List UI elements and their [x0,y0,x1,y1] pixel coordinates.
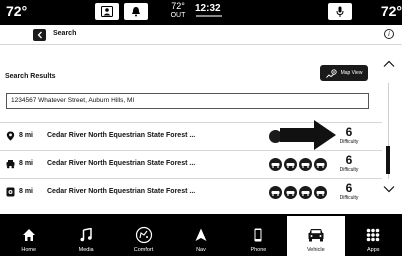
music-note-icon [80,228,92,242]
difficulty-label: Difficulty [339,195,359,201]
difficulty-value: 6 [345,153,353,167]
result-name: Cedar River North Equestrian State Fores… [47,160,196,167]
result-row[interactable]: 8 mi Cedar River North Equestrian State … [0,150,382,178]
difficulty-value: 6 [345,125,353,139]
nav-home[interactable]: Home [0,216,57,256]
nav-label: Nav [196,247,206,253]
difficulty-icons [269,158,327,171]
offroad-icon [284,158,297,171]
map-view-label: Map View [340,70,363,76]
map-pin-icon [325,68,337,78]
info-icon[interactable]: i [384,29,394,39]
bell-icon [132,7,140,17]
nav-apps[interactable]: Apps [345,216,402,256]
offroad-icon [269,158,282,171]
nav-nav[interactable]: Nav [172,216,229,256]
vehicle-icon [308,229,324,242]
search-results-heading: Search Results [5,73,56,80]
nav-label: Apps [366,247,380,253]
nav-label: Home [21,247,37,253]
scroll-thumb[interactable] [386,146,390,174]
clock-underline [196,15,222,17]
difficulty-label: Difficulty [339,167,359,173]
page-title: Search [53,30,77,37]
callout-arrow-icon [280,120,336,150]
profile-button[interactable] [95,3,119,20]
profile-icon [101,6,113,17]
scroll-up-icon[interactable] [383,60,395,68]
result-row[interactable]: 8 mi Cedar River North Equestrian State … [0,178,382,206]
offroad-vehicle-icon [6,160,15,169]
clock: 12:32 [195,3,221,14]
result-name: Cedar River North Equestrian State Fores… [47,188,196,195]
result-distance: 8 mi [19,132,34,139]
microphone-icon [336,6,344,17]
address-field[interactable]: 1234567 Whatever Street, Auburn Hills, M… [6,93,369,109]
nav-vehicle[interactable]: Vehicle [287,216,345,256]
bottom-nav: Home Media Comfort Nav Phone Vehicle App… [0,216,402,256]
map-view-button[interactable]: Map View [320,65,368,81]
result-name: Cedar River North Equestrian State Fores… [47,132,196,139]
back-button[interactable] [33,29,46,41]
result-distance: 8 mi [19,188,34,195]
offroad-icon [299,186,312,199]
search-panel: Search i Search Results Map View 1234567… [0,25,402,214]
phone-icon [254,228,262,242]
offroad-icon [314,186,327,199]
trail-marker-icon [6,187,15,197]
nav-media[interactable]: Media [57,216,114,256]
panel-header: Search i [0,25,402,45]
nav-label: Comfort [133,247,154,253]
notifications-button[interactable] [124,3,148,20]
nav-label: Vehicle [306,247,325,253]
result-distance: 8 mi [19,160,34,167]
offroad-icon [299,158,312,171]
home-icon [22,229,35,241]
chevron-left-icon [37,31,42,39]
offroad-icon [314,158,327,171]
navigation-arrow-icon [195,228,207,241]
difficulty-value: 6 [345,181,353,195]
nav-phone[interactable]: Phone [230,216,287,256]
outside-temperature: 72° OUT [170,1,186,20]
scroll-down-icon[interactable] [383,185,395,193]
apps-grid-icon [366,228,380,242]
nav-label: Media [78,247,94,253]
nav-comfort[interactable]: Comfort [115,216,172,256]
passenger-temperature[interactable]: 72° [381,3,402,19]
offroad-icon [284,186,297,199]
difficulty-icons [269,186,327,199]
driver-temperature[interactable]: 72° [6,3,27,19]
offroad-icon [269,186,282,199]
location-pin-icon [6,131,15,141]
voice-button[interactable] [328,3,352,20]
status-bar: 72° 72° OUT 12:32 72° [0,0,402,24]
nav-label: Phone [250,247,267,253]
climate-icon [135,226,152,244]
